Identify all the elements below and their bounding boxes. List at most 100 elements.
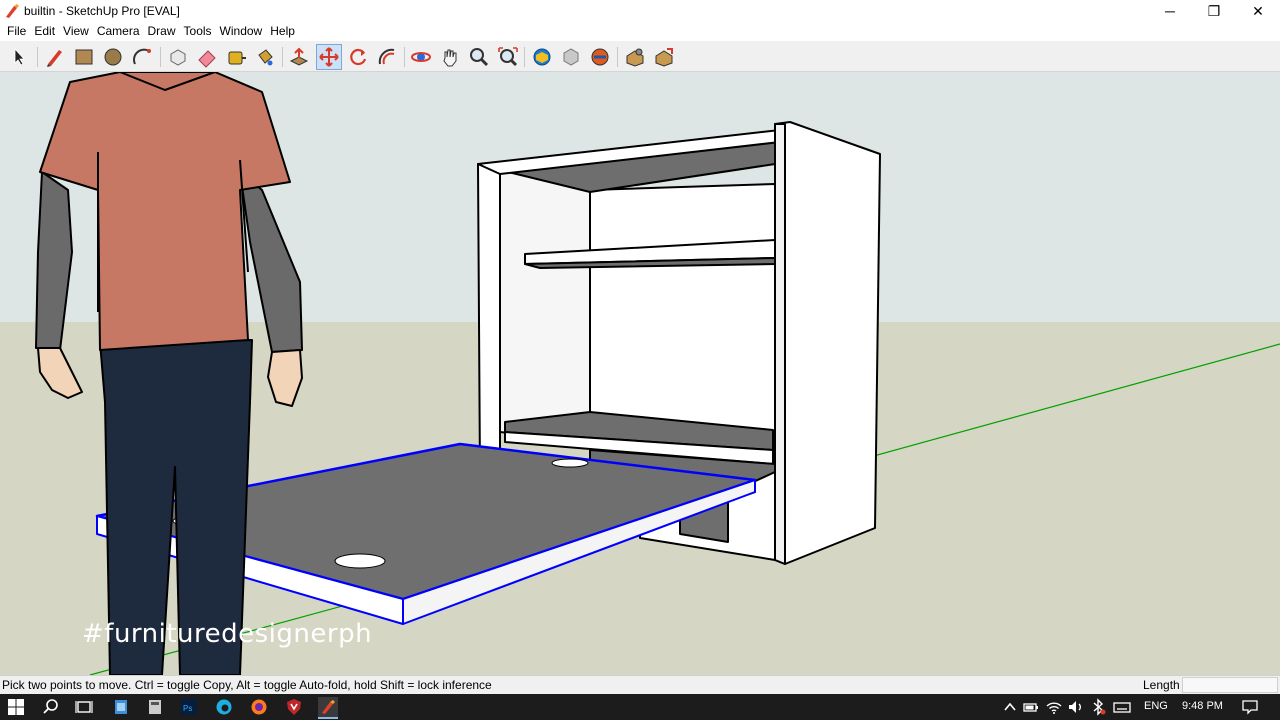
- taskbar-app-calculator[interactable]: [145, 697, 165, 717]
- status-hint: Pick two points to move. Ctrl = toggle C…: [2, 678, 492, 692]
- status-bar: Pick two points to move. Ctrl = toggle C…: [0, 675, 1280, 694]
- panel-hole: [334, 553, 386, 569]
- measurements-input[interactable]: [1182, 677, 1278, 693]
- eraser-tool-button[interactable]: [194, 44, 220, 70]
- move-icon: [319, 47, 339, 67]
- menu-draw[interactable]: Draw: [144, 22, 180, 41]
- notification-center-button[interactable]: [1240, 697, 1260, 717]
- magnifier-icon: [470, 48, 489, 67]
- menu-view[interactable]: View: [59, 22, 93, 41]
- tray-network[interactable]: [1044, 697, 1064, 717]
- make-component-tool-button[interactable]: [165, 44, 191, 70]
- tray-clock[interactable]: 9:48 PM: [1182, 700, 1223, 712]
- extension-manager-icon: [626, 48, 644, 67]
- wifi-icon: [1046, 702, 1062, 714]
- menu-camera[interactable]: Camera: [93, 22, 144, 41]
- watermark-hashtag: #furnituredesignerph: [82, 619, 373, 649]
- extension-icon: [563, 48, 579, 66]
- task-view-icon: [75, 701, 93, 713]
- menu-help[interactable]: Help: [266, 22, 299, 41]
- offset-icon: [378, 48, 395, 65]
- orbit-tool-button[interactable]: [408, 44, 434, 70]
- menu-tools[interactable]: Tools: [180, 22, 216, 41]
- zoom-extents-tool-button[interactable]: [495, 44, 521, 70]
- restore-button[interactable]: ❐: [1192, 0, 1236, 22]
- paint-bucket-tool-button[interactable]: [252, 44, 278, 70]
- windows-taskbar: Ps ENG 9:48 PM: [0, 694, 1280, 720]
- menu-bar: File Edit View Camera Draw Tools Window …: [0, 22, 1280, 41]
- model-viewport[interactable]: #furnituredesignerph: [0, 72, 1280, 675]
- menu-file[interactable]: File: [3, 22, 30, 41]
- rectangle-icon: [75, 49, 93, 65]
- rotate-icon: [350, 48, 367, 66]
- pan-tool-button[interactable]: [437, 44, 463, 70]
- panel-hole: [551, 458, 589, 468]
- move-tool-button[interactable]: [316, 44, 342, 70]
- close-button[interactable]: ✕: [1236, 0, 1280, 22]
- 3d-warehouse-tool-button[interactable]: [529, 44, 555, 70]
- main-toolbar: [0, 41, 1280, 72]
- zoom-tool-button[interactable]: [466, 44, 492, 70]
- extension-warehouse-tool-button[interactable]: [558, 44, 584, 70]
- tray-keyboard[interactable]: [1112, 697, 1132, 717]
- offset-tool-button[interactable]: [374, 44, 400, 70]
- menu-edit[interactable]: Edit: [30, 22, 59, 41]
- tape-measure-tool-button[interactable]: [223, 44, 249, 70]
- push-pull-icon: [289, 47, 309, 66]
- search-button[interactable]: [41, 697, 61, 717]
- minimize-button[interactable]: ─: [1148, 0, 1192, 22]
- zoom-extents-icon: [498, 47, 518, 67]
- tape-measure-icon: [228, 51, 246, 65]
- paint-bucket-icon: [258, 49, 273, 66]
- trimble-connect-tool-button[interactable]: [587, 44, 613, 70]
- circle-icon: [104, 48, 122, 66]
- line-tool-button[interactable]: [42, 44, 68, 70]
- chevron-up-icon: [1004, 702, 1016, 711]
- edge-browser-icon: [216, 699, 232, 715]
- circle-tool-button[interactable]: [100, 44, 126, 70]
- component-icon: [170, 49, 186, 66]
- connect-icon: [591, 48, 609, 66]
- select-tool-button[interactable]: [7, 44, 33, 70]
- taskbar-app-files[interactable]: [111, 697, 131, 717]
- eraser-icon: [198, 50, 216, 68]
- battery-icon: [1023, 703, 1038, 712]
- photoshop-icon: Ps: [181, 699, 197, 715]
- extension-manager-tool-button[interactable]: [622, 44, 648, 70]
- measurement-label: Length: [1143, 678, 1180, 692]
- window-controls: ─ ❐ ✕: [1148, 0, 1280, 22]
- windows-logo-icon: [8, 699, 24, 715]
- arc-tool-button[interactable]: [129, 44, 155, 70]
- 3d-scene[interactable]: [0, 72, 1280, 675]
- hand-icon: [443, 49, 457, 67]
- task-view-button[interactable]: [74, 697, 94, 717]
- taskbar-app-photoshop[interactable]: Ps: [179, 697, 199, 717]
- taskbar-app-edge[interactable]: [214, 697, 234, 717]
- start-button[interactable]: [6, 697, 26, 717]
- firefox-icon: [251, 699, 267, 715]
- layout-tool-button[interactable]: [651, 44, 677, 70]
- taskbar-app-antivirus[interactable]: [284, 697, 304, 717]
- tray-volume[interactable]: [1066, 697, 1086, 717]
- menu-window[interactable]: Window: [216, 22, 267, 41]
- taskbar-app-sketchup[interactable]: [318, 697, 338, 717]
- window-title: builtin - SketchUp Pro [EVAL]: [24, 4, 180, 18]
- tray-overflow-button[interactable]: [1000, 697, 1020, 717]
- taskbar-app-firefox[interactable]: [249, 697, 269, 717]
- arc-icon: [133, 48, 151, 65]
- push-pull-tool-button[interactable]: [286, 44, 312, 70]
- calculator-icon: [149, 700, 161, 714]
- rectangle-tool-button[interactable]: [71, 44, 97, 70]
- file-manager-icon: [115, 700, 127, 714]
- keyboard-icon: [1113, 702, 1131, 713]
- arrow-cursor-icon: [14, 47, 25, 66]
- notification-icon: [1242, 700, 1258, 715]
- layout-icon: [655, 48, 673, 67]
- rotate-tool-button[interactable]: [345, 44, 371, 70]
- tray-language[interactable]: ENG: [1144, 700, 1168, 712]
- sketchup-app-icon: [322, 700, 335, 714]
- tray-battery[interactable]: [1021, 697, 1041, 717]
- title-bar: builtin - SketchUp Pro [EVAL] ─ ❐ ✕: [0, 0, 1280, 22]
- svg-text:Ps: Ps: [183, 704, 192, 713]
- tray-bluetooth[interactable]: [1088, 697, 1108, 717]
